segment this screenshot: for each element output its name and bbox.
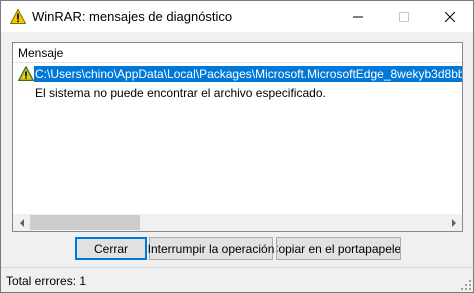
list-item[interactable]: C:\Users\chino\AppData\Local\Packages\Mi… <box>13 66 462 82</box>
column-header-label: Mensaje <box>18 46 64 60</box>
total-errors-text: Total errores: 1 <box>6 274 87 288</box>
maximize-button <box>381 1 427 32</box>
column-header-message[interactable]: Mensaje <box>13 43 462 63</box>
minimize-button[interactable] <box>335 1 381 32</box>
scroll-left-button[interactable] <box>13 214 30 231</box>
diagnostic-dialog: WinRAR: mensajes de diagnóstico Mensaje … <box>0 0 474 293</box>
message-list[interactable]: Mensaje C:\Users\chino\AppData\Local\Pac… <box>12 42 463 232</box>
horizontal-scrollbar[interactable] <box>13 214 462 231</box>
window-title: WinRAR: mensajes de diagnóstico <box>32 9 233 24</box>
close-window-button[interactable] <box>427 1 473 32</box>
minimize-icon <box>353 16 363 17</box>
warning-icon <box>18 66 34 81</box>
close-icon <box>445 11 455 22</box>
chevron-left-icon <box>19 218 24 227</box>
close-button[interactable]: Cerrar <box>75 237 147 260</box>
scrollbar-thumb[interactable] <box>30 215 140 230</box>
resize-grip-icon[interactable] <box>461 280 471 290</box>
copy-to-clipboard-button[interactable]: Copiar en el portapapeles <box>276 237 401 260</box>
list-item-error-text[interactable]: El sistema no puede encontrar el archivo… <box>35 85 326 101</box>
scroll-right-button[interactable] <box>445 214 462 231</box>
chevron-right-icon <box>451 218 456 227</box>
warning-icon <box>10 9 26 24</box>
interrupt-operation-button[interactable]: Interrumpir la operación <box>148 237 274 260</box>
status-bar: Total errores: 1 <box>1 267 473 292</box>
maximize-icon <box>399 11 409 22</box>
title-bar[interactable]: WinRAR: mensajes de diagnóstico <box>1 1 473 32</box>
list-item-path-selected[interactable]: C:\Users\chino\AppData\Local\Packages\Mi… <box>34 66 462 82</box>
